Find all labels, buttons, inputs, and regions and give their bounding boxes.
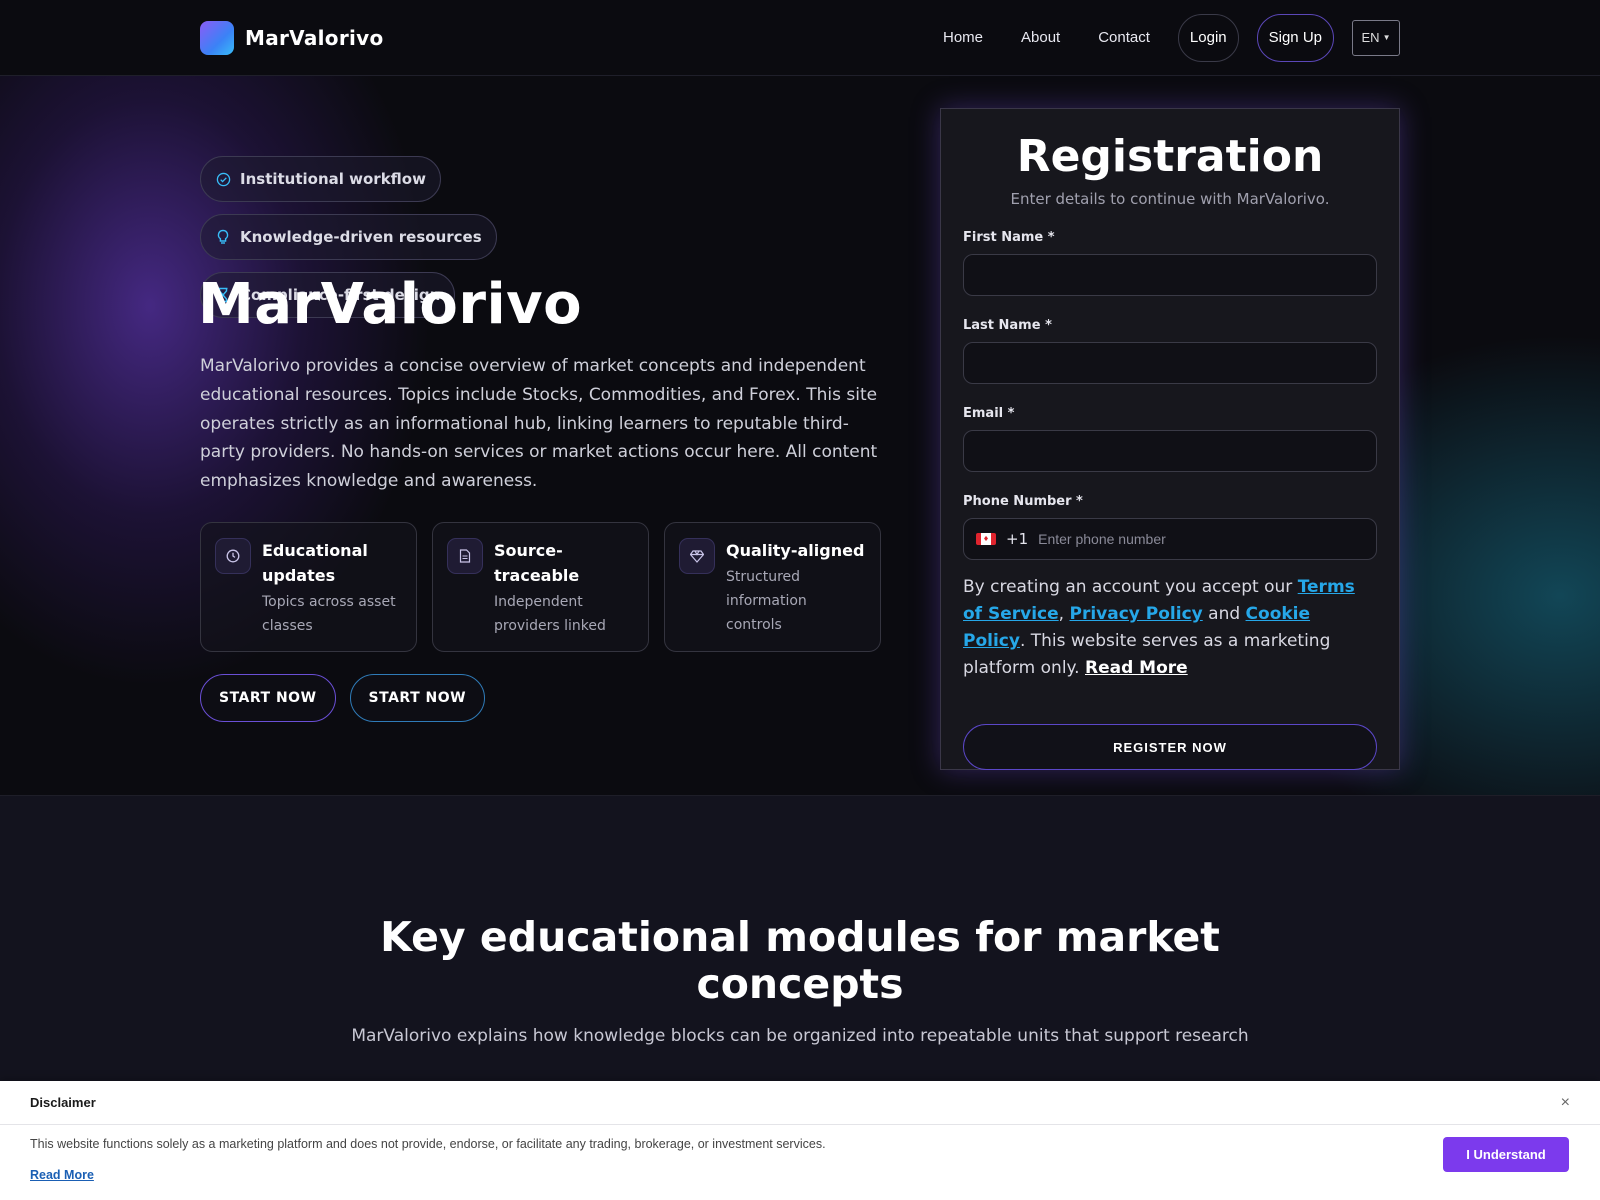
close-icon[interactable]: × xyxy=(1561,1094,1570,1112)
language-code: EN xyxy=(1361,30,1380,45)
language-selector[interactable]: EN ▼ xyxy=(1352,19,1400,56)
i-understand-button[interactable]: I Understand xyxy=(1443,1137,1569,1172)
feature-card: Educational updates Topics across asset … xyxy=(200,522,417,652)
start-now-secondary-button[interactable]: START NOW xyxy=(349,674,486,722)
badge-label: Knowledge-driven resources xyxy=(240,228,482,246)
modules-title: Key educational modules for market conce… xyxy=(380,913,1220,1008)
privacy-link[interactable]: Privacy Policy xyxy=(1069,604,1202,624)
disclaimer-text: This website functions solely as a marke… xyxy=(30,1137,826,1151)
caret-down-icon: ▼ xyxy=(1382,33,1391,42)
brand[interactable]: MarValorivo xyxy=(200,20,384,55)
feature-title: Educational updates xyxy=(262,541,368,585)
last-name-field[interactable] xyxy=(963,342,1377,384)
signup-button[interactable]: Sign Up xyxy=(1256,13,1334,62)
document-icon xyxy=(447,538,483,574)
feature-title: Quality-aligned xyxy=(726,541,865,560)
hero-section: Institutional workflow Knowledge-driven … xyxy=(0,76,1600,796)
email-label: Email * xyxy=(963,406,1015,421)
terms-prefix: By creating an account you accept our xyxy=(963,577,1298,597)
phone-input[interactable]: Enter phone number xyxy=(1038,531,1166,547)
site-header: MarValorivo Home About Contact Login Sig… xyxy=(0,0,1600,76)
feature-title: Source-traceable xyxy=(494,541,580,585)
main-nav: Home About Contact Login Sign Up EN ▼ xyxy=(933,13,1400,62)
phone-label: Phone Number * xyxy=(963,494,1083,509)
badge: Knowledge-driven resources xyxy=(200,214,497,260)
start-now-button[interactable]: START NOW xyxy=(200,674,336,722)
badge-label: Institutional workflow xyxy=(240,170,426,188)
registration-form: Registration Enter details to continue w… xyxy=(940,108,1400,770)
hero-title: MarValorivo xyxy=(198,272,583,337)
feature-cards: Educational updates Topics across asset … xyxy=(200,522,881,652)
feature-subtitle: Topics across asset classes xyxy=(262,594,396,634)
last-name-label: Last Name * xyxy=(963,318,1052,333)
brand-name: MarValorivo xyxy=(245,25,384,50)
disclaimer-read-more-link[interactable]: Read More xyxy=(30,1168,94,1182)
feature-card: Quality-aligned Structured information c… xyxy=(664,522,881,652)
read-more-link[interactable]: Read More xyxy=(1085,658,1188,678)
register-now-button[interactable]: REGISTER NOW xyxy=(963,724,1377,770)
hero-description: MarValorivo provides a concise overview … xyxy=(200,356,878,492)
nav-about[interactable]: About xyxy=(1011,29,1070,46)
clock-icon xyxy=(215,538,251,574)
first-name-field[interactable] xyxy=(963,254,1377,296)
registration-subtitle: Enter details to continue with MarValori… xyxy=(1010,190,1330,208)
dial-code: +1 xyxy=(1006,530,1029,548)
feature-subtitle: Independent providers linked xyxy=(494,594,606,634)
feature-card: Source-traceable Independent providers l… xyxy=(432,522,649,652)
terms-and: and xyxy=(1202,604,1246,624)
registration-title: Registration xyxy=(1016,131,1324,182)
canada-flag-icon[interactable]: ♦ xyxy=(976,533,996,545)
diamond-icon xyxy=(679,538,715,574)
login-button[interactable]: Login xyxy=(1177,13,1239,62)
nav-home[interactable]: Home xyxy=(933,29,993,46)
brand-logo-icon xyxy=(200,20,234,55)
email-field[interactable] xyxy=(963,430,1377,472)
lightbulb-icon xyxy=(215,229,231,245)
disclaimer-banner: Disclaimer × This website functions sole… xyxy=(0,1081,1600,1200)
first-name-label: First Name * xyxy=(963,230,1055,245)
terms-comma: , xyxy=(1058,604,1065,624)
disclaimer-header: Disclaimer × xyxy=(0,1081,1600,1125)
check-circle-icon xyxy=(215,171,231,187)
cta-group: START NOW START NOW xyxy=(200,674,486,722)
terms-text: By creating an account you accept our Te… xyxy=(963,574,1377,682)
phone-field[interactable]: ♦ +1 Enter phone number xyxy=(963,518,1377,560)
disclaimer-title: Disclaimer xyxy=(30,1095,96,1110)
badge: Institutional workflow xyxy=(200,156,441,202)
feature-subtitle: Structured information controls xyxy=(726,569,807,633)
nav-contact[interactable]: Contact xyxy=(1088,29,1160,46)
modules-subtitle: MarValorivo explains how knowledge block… xyxy=(351,1026,1249,1046)
